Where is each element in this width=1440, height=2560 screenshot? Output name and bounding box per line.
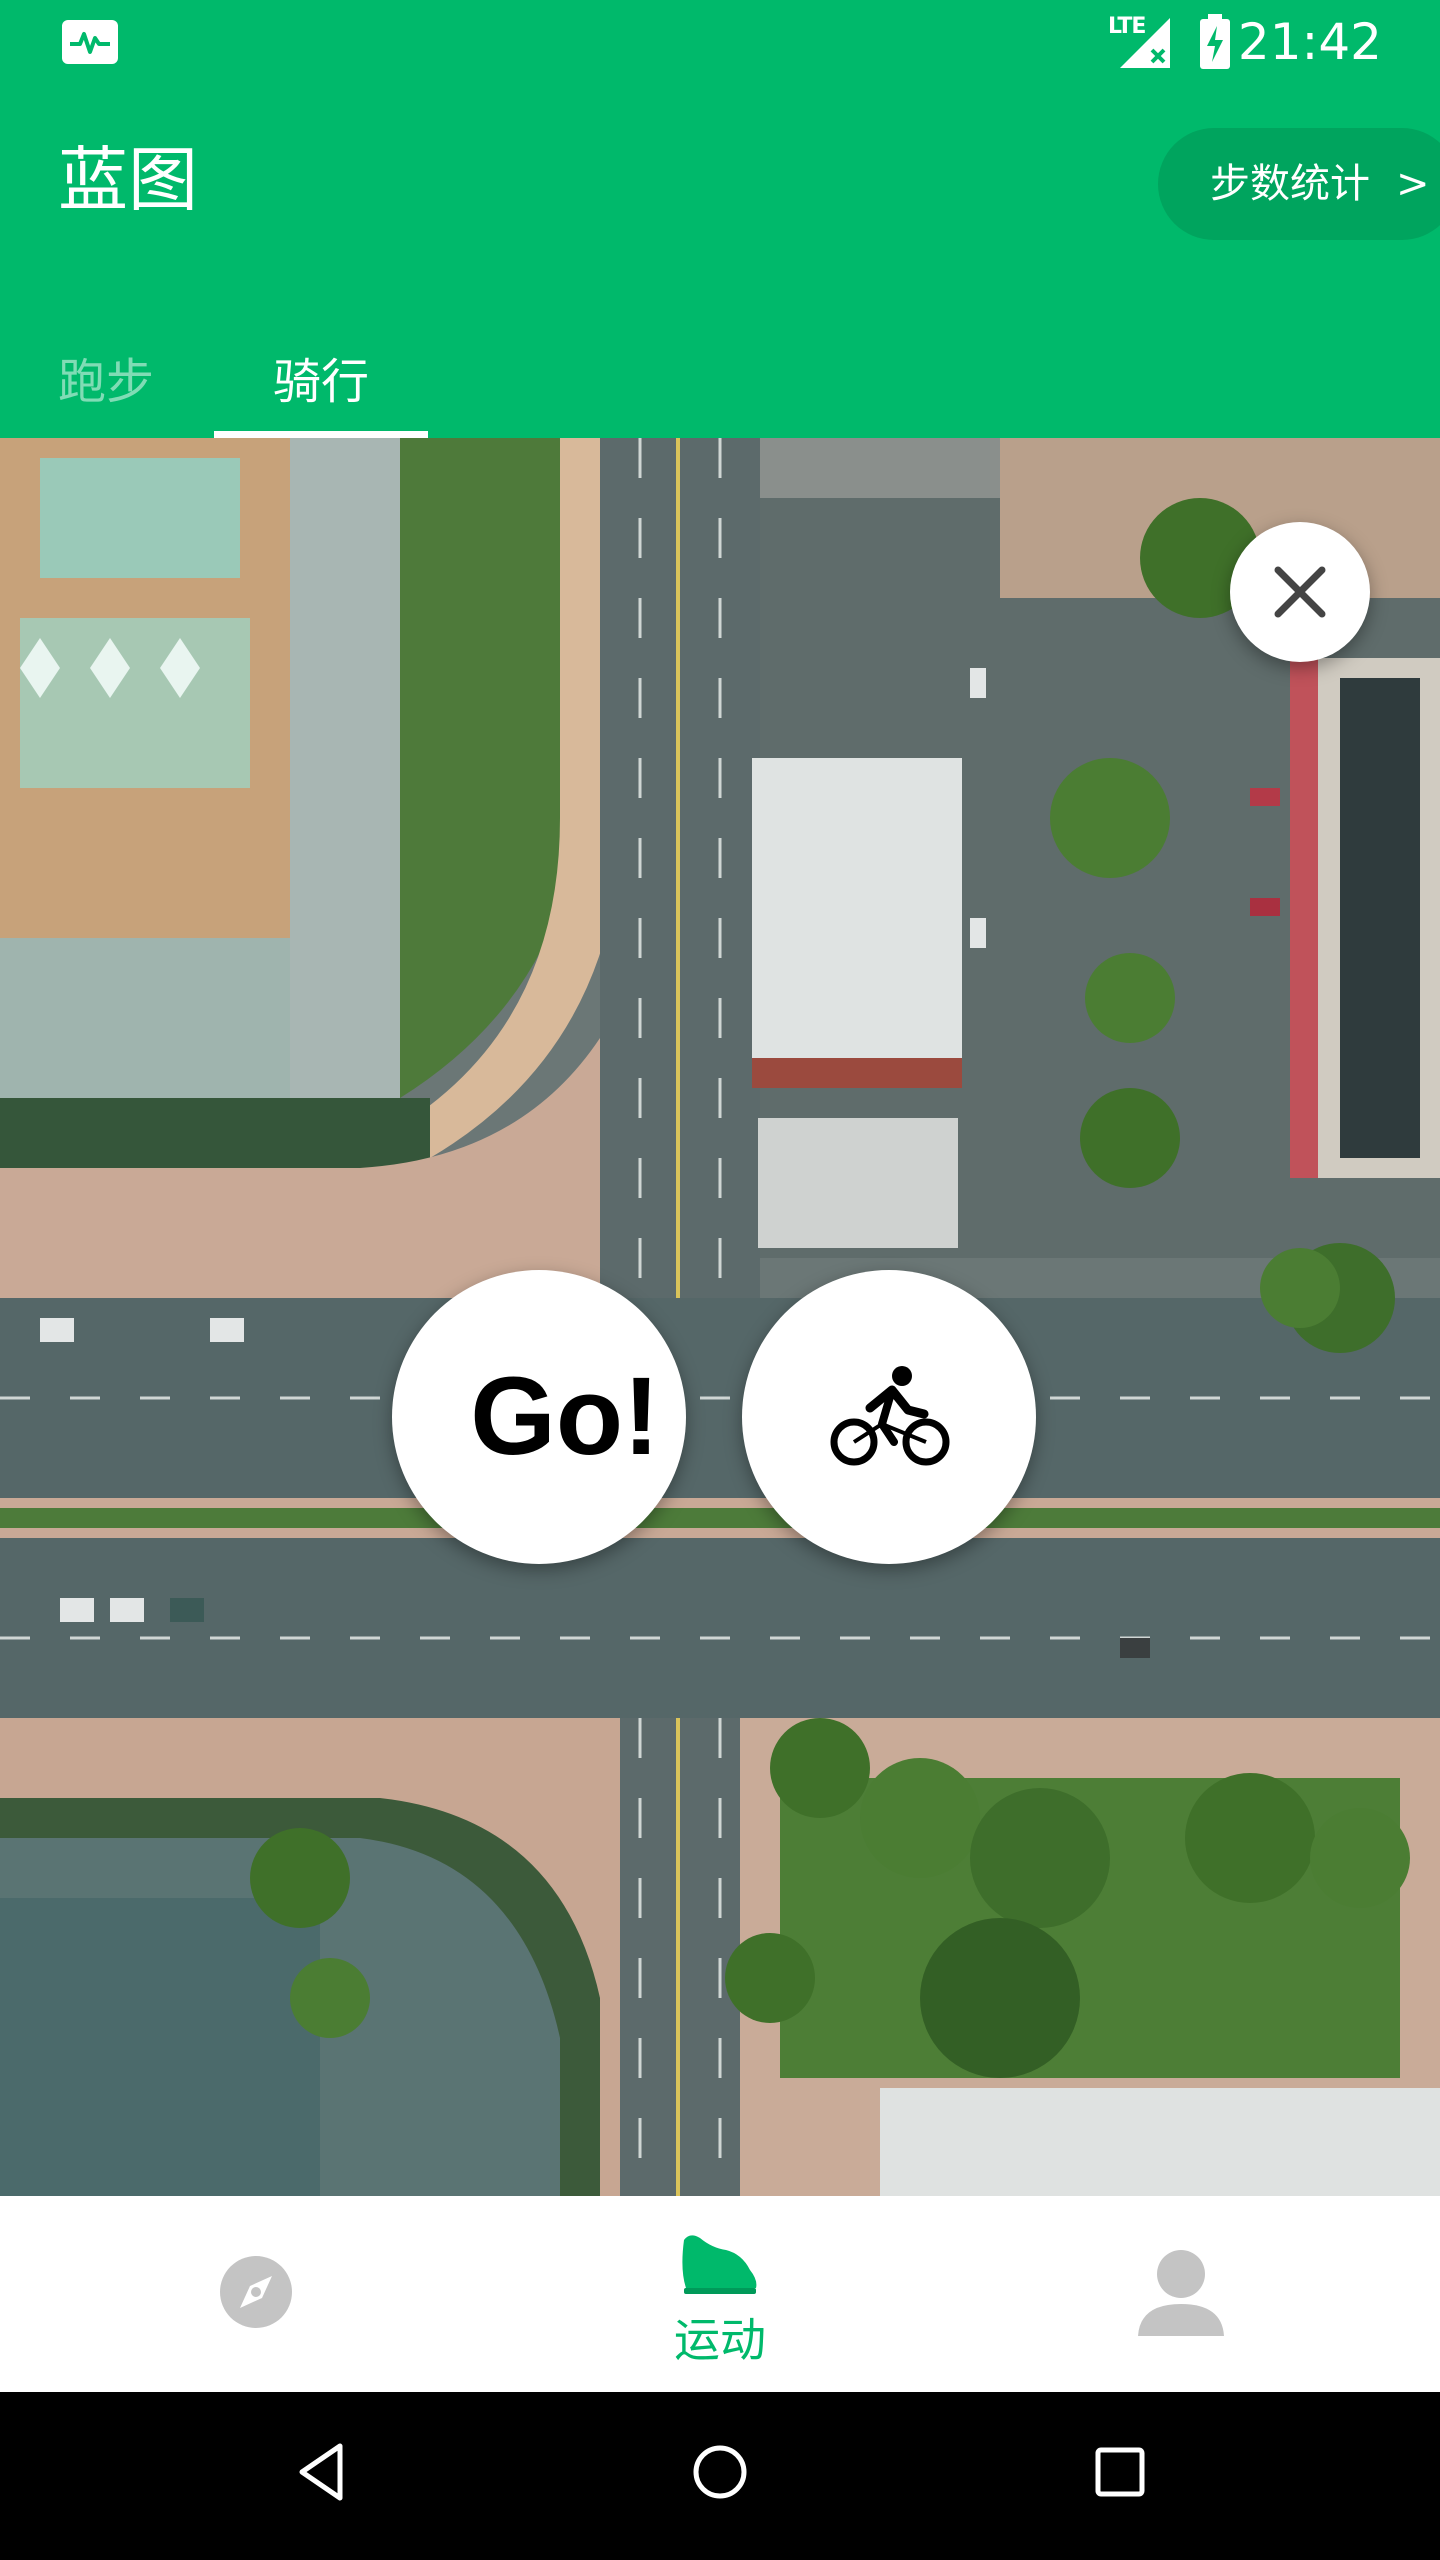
go-label: Go! bbox=[470, 1355, 660, 1478]
nav-sport-label: 运动 bbox=[674, 2313, 766, 2367]
cycling-mode-button[interactable] bbox=[742, 1270, 1036, 1564]
status-time: 21:42 bbox=[1237, 13, 1382, 71]
signal-icon bbox=[1120, 18, 1170, 68]
tab-cycling[interactable]: 骑行 bbox=[214, 322, 428, 438]
nav-profile[interactable] bbox=[960, 2196, 1440, 2392]
activity-app-icon bbox=[62, 20, 118, 64]
tab-indicator bbox=[214, 431, 428, 438]
battery-charging-icon bbox=[1200, 14, 1230, 69]
person-icon bbox=[1138, 2250, 1224, 2336]
close-button[interactable] bbox=[1230, 522, 1370, 662]
app-bar: 蓝图 步数统计 > 跑步 骑行 bbox=[0, 84, 1440, 438]
step-stats-button[interactable]: 步数统计 > bbox=[1158, 128, 1440, 240]
bottom-navigation: 运动 bbox=[0, 2196, 1440, 2392]
nav-sport[interactable]: 运动 bbox=[480, 2196, 960, 2392]
status-bar: LTE 21:42 bbox=[0, 0, 1440, 84]
system-navigation-bar bbox=[0, 2392, 1440, 2560]
bike-icon bbox=[830, 1366, 950, 1466]
close-icon bbox=[1274, 566, 1326, 618]
compass-icon bbox=[220, 2256, 292, 2328]
step-stats-label: 步数统计 bbox=[1210, 161, 1370, 207]
home-icon[interactable] bbox=[692, 2442, 748, 2502]
tab-running[interactable]: 跑步 bbox=[0, 322, 214, 438]
back-icon[interactable] bbox=[296, 2442, 346, 2502]
go-button[interactable]: Go! bbox=[392, 1270, 686, 1564]
aerial-background: Go! bbox=[0, 438, 1440, 2196]
page-title: 蓝图 bbox=[58, 139, 198, 221]
sport-tabs: 跑步 骑行 bbox=[0, 322, 1440, 438]
recents-icon[interactable] bbox=[1092, 2442, 1148, 2502]
nav-discover[interactable] bbox=[0, 2196, 480, 2392]
aerial-city-image bbox=[0, 438, 1440, 2196]
chevron-right-icon: > bbox=[1396, 161, 1430, 207]
shoe-icon bbox=[682, 2235, 757, 2294]
